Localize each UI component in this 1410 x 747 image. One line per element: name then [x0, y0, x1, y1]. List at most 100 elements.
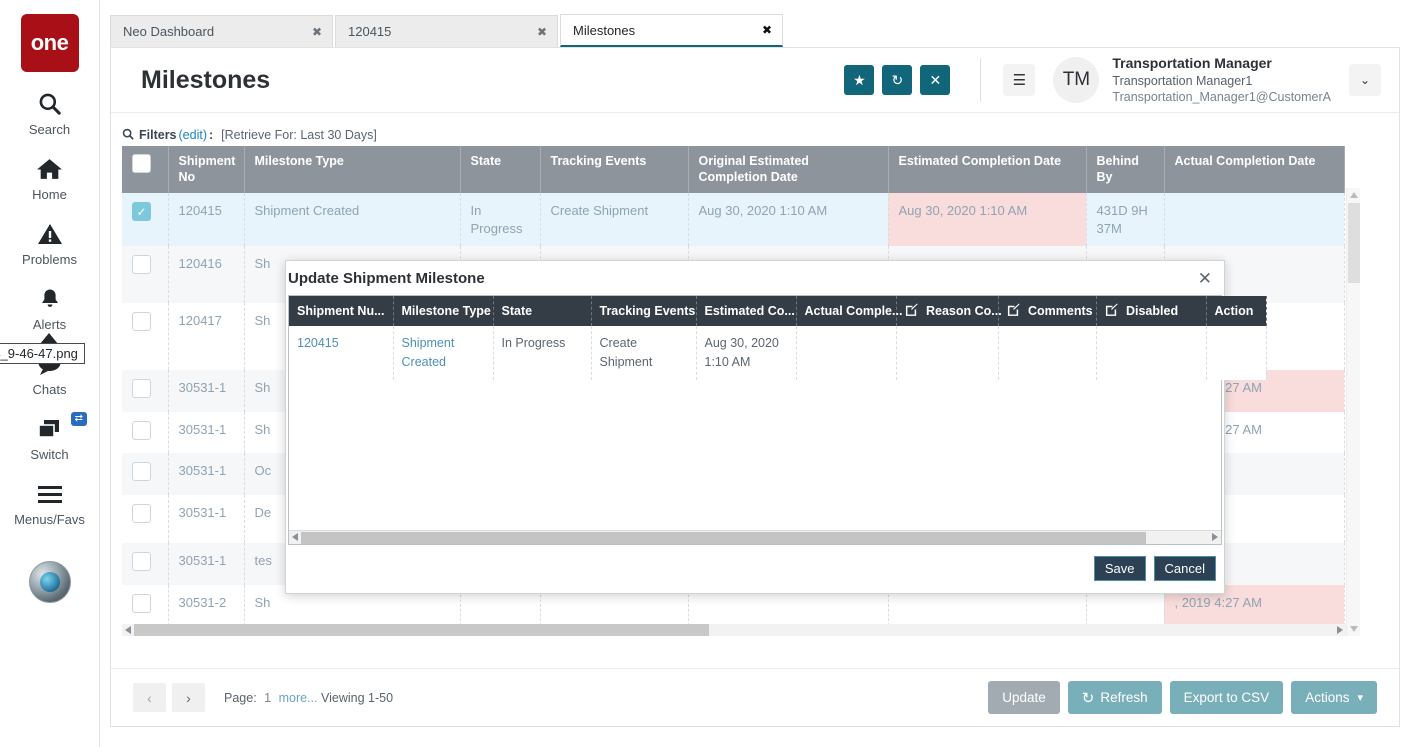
dialog-column-milestone-type[interactable]: Milestone Type	[393, 296, 493, 326]
row-checkbox[interactable]	[132, 552, 151, 571]
actions-dropdown-button[interactable]: Actions ▾	[1291, 681, 1377, 714]
sidebar-label-chats: Chats	[33, 382, 67, 397]
user-menu-button[interactable]: ⌄	[1349, 64, 1381, 96]
dialog-cell-shipment-number[interactable]: 120415	[289, 326, 393, 380]
dialog-column-comments[interactable]: Comments	[998, 296, 1096, 326]
column-milestone-type[interactable]: Milestone Type	[244, 146, 460, 193]
favorite-button[interactable]: ★	[844, 65, 874, 95]
dialog-cell-disabled[interactable]	[1096, 326, 1206, 380]
dialog-column-reason-code[interactable]: Reason Co...	[896, 296, 998, 326]
cell-shipment-no[interactable]: 30531-1	[168, 370, 244, 412]
close-icon[interactable]: ✕	[1198, 270, 1212, 287]
refresh-button[interactable]: ↻	[882, 65, 912, 95]
cell-shipment-no[interactable]: 120416	[168, 246, 244, 303]
cell-shipment-no[interactable]: 120415	[168, 193, 244, 246]
cancel-button[interactable]: Cancel	[1154, 556, 1216, 581]
row-checkbox[interactable]	[132, 379, 151, 398]
close-icon[interactable]: ✖	[312, 25, 322, 39]
row-checkbox[interactable]	[132, 504, 151, 523]
column-original-estimated-completion-date[interactable]: Original Estimated Completion Date	[688, 146, 888, 193]
dialog-scroll-thumb[interactable]	[301, 532, 1146, 544]
dialog-column-state[interactable]: State	[493, 296, 591, 326]
chevron-right-icon: ›	[186, 690, 191, 706]
menu-button[interactable]: ☰	[1003, 64, 1035, 96]
cell-shipment-no[interactable]: 30531-1	[168, 495, 244, 543]
column-shipment-no[interactable]: Shipment No	[168, 146, 244, 193]
export-csv-button[interactable]: Export to CSV	[1170, 681, 1284, 714]
cell-shipment-no[interactable]: 30531-1	[168, 543, 244, 585]
scroll-left-arrow-icon[interactable]	[125, 626, 131, 634]
update-button[interactable]: Update	[988, 681, 1060, 714]
tab-milestones[interactable]: Milestones ✖	[560, 14, 783, 47]
close-button[interactable]: ✕	[920, 65, 950, 95]
tab-120415[interactable]: 120415 ✖	[335, 15, 558, 47]
grid-horizontal-scrollbar[interactable]	[122, 624, 1346, 636]
dialog-column-tracking-events[interactable]: Tracking Events	[591, 296, 696, 326]
sidebar-item-menus-favs[interactable]: Menus/Favs	[0, 479, 99, 527]
one-logo[interactable]: one	[21, 14, 79, 72]
avatar[interactable]: TM	[1053, 57, 1099, 103]
dialog-cell-reason-code[interactable]	[896, 326, 998, 380]
scroll-right-arrow-icon[interactable]	[1337, 626, 1343, 634]
sidebar-item-problems[interactable]: Problems	[0, 219, 99, 267]
cell-shipment-no[interactable]: 30531-1	[168, 412, 244, 454]
assistant-avatar[interactable]	[29, 561, 71, 603]
dialog-column-disabled[interactable]: Disabled	[1096, 296, 1206, 326]
switch-badge-icon[interactable]: ⇄	[71, 412, 87, 426]
table-row[interactable]: ✓ 120415 Shipment Created In Progress Cr…	[122, 193, 1344, 246]
cell-shipment-no[interactable]: 120417	[168, 303, 244, 370]
row-checkbox[interactable]	[132, 312, 151, 331]
column-actual-completion-date[interactable]: Actual Completion Date	[1164, 146, 1344, 193]
scroll-down-arrow-icon[interactable]	[1350, 626, 1358, 632]
close-icon[interactable]: ✖	[537, 25, 547, 39]
refresh-button[interactable]: ↻ Refresh	[1068, 681, 1162, 714]
sidebar-item-switch[interactable]: ⇄ Switch	[0, 414, 99, 462]
dialog-table-row[interactable]: 120415 Shipment Created In Progress Crea…	[289, 326, 1266, 380]
column-state[interactable]: State	[460, 146, 540, 193]
column-estimated-completion-date[interactable]: Estimated Completion Date	[888, 146, 1086, 193]
row-checkbox[interactable]	[132, 594, 151, 613]
row-checkbox[interactable]	[132, 255, 151, 274]
bell-icon	[38, 284, 62, 314]
cell-shipment-no[interactable]: 30531-2	[168, 585, 244, 627]
cell-milestone-type[interactable]: Shipment Created	[244, 193, 460, 246]
select-all-checkbox[interactable]	[132, 154, 151, 173]
chevron-down-icon: ⌄	[1360, 73, 1370, 87]
save-button[interactable]: Save	[1094, 556, 1146, 581]
sidebar-item-search[interactable]: Search	[0, 89, 99, 137]
grid-vertical-scrollbar[interactable]	[1346, 188, 1360, 636]
more-pages-link[interactable]: more...	[279, 691, 318, 705]
tab-neo-dashboard[interactable]: Neo Dashboard ✖	[110, 15, 333, 47]
dialog-footer: Save Cancel	[286, 545, 1224, 591]
row-checkbox[interactable]	[132, 421, 151, 440]
dialog-horizontal-scrollbar[interactable]	[289, 530, 1221, 544]
dialog-column-estimated-completion[interactable]: Estimated Co...	[696, 296, 796, 326]
row-checkbox[interactable]: ✓	[132, 202, 151, 221]
dialog-cell-actual-completion[interactable]	[796, 326, 896, 380]
tab-label: 120415	[348, 24, 391, 39]
filters-edit-link[interactable]: (edit)	[179, 128, 207, 142]
dialog-cell-action[interactable]	[1206, 326, 1266, 380]
row-checkbox[interactable]	[132, 462, 151, 481]
dialog-column-shipment-number[interactable]: Shipment Nu...	[289, 296, 393, 326]
vertical-scroll-thumb[interactable]	[1348, 203, 1360, 283]
horizontal-scroll-thumb[interactable]	[134, 624, 709, 636]
dialog-title: Update Shipment Milestone	[288, 270, 485, 287]
column-tracking-events[interactable]: Tracking Events	[540, 146, 688, 193]
next-page-button[interactable]: ›	[172, 683, 205, 712]
cell-tracking-events[interactable]: Create Shipment	[540, 193, 688, 246]
scroll-right-arrow-icon[interactable]	[1212, 533, 1218, 541]
dialog-cell-comments[interactable]	[998, 326, 1096, 380]
dialog-column-action[interactable]: Action	[1206, 296, 1266, 326]
cell-shipment-no[interactable]: 30531-1	[168, 453, 244, 495]
close-icon[interactable]: ✖	[762, 23, 772, 37]
scroll-left-arrow-icon[interactable]	[292, 533, 298, 541]
page-title: Milestones	[141, 66, 270, 95]
scroll-up-arrow-icon[interactable]	[1350, 192, 1358, 198]
dialog-column-actual-completion[interactable]: Actual Comple...	[796, 296, 896, 326]
dialog-cell-milestone-type[interactable]: Shipment Created	[393, 326, 493, 380]
sidebar-item-alerts[interactable]: Alerts	[0, 284, 99, 332]
previous-page-button[interactable]: ‹	[133, 683, 166, 712]
sidebar-item-home[interactable]: Home	[0, 154, 99, 202]
column-behind-by[interactable]: Behind By	[1086, 146, 1164, 193]
